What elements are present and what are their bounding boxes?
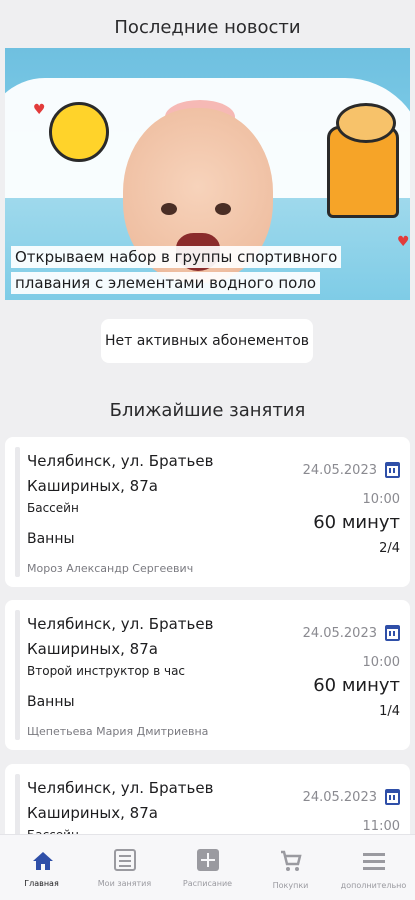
- class-time: 10:00: [362, 655, 400, 670]
- calendar-icon[interactable]: [385, 625, 400, 641]
- eye-shape: [161, 203, 177, 215]
- class-card[interactable]: Челябинск, ул. Братьев Кашириных, 87а Ба…: [5, 437, 410, 587]
- eye-shape: [215, 203, 231, 215]
- class-trainer: Щепетьева Мария Дмитриевна: [27, 725, 209, 738]
- nav-item-schedule[interactable]: Расписание: [166, 849, 249, 888]
- class-date: 24.05.2023: [302, 790, 377, 805]
- class-slots: 1/4: [379, 704, 400, 719]
- nav-label: дополнительно: [340, 881, 407, 890]
- nav-label: Мои занятия: [97, 879, 152, 888]
- news-caption[interactable]: Открываем набор в группы спортивного пла…: [5, 240, 410, 300]
- nav-item-home[interactable]: Главная: [0, 849, 83, 888]
- cart-icon: [279, 849, 303, 873]
- class-date: 24.05.2023: [302, 626, 377, 641]
- add-schedule-icon: [196, 849, 219, 871]
- class-service: Бассейн: [27, 501, 79, 515]
- class-card[interactable]: Челябинск, ул. Братьев Кашириных, 87а Вт…: [5, 600, 410, 750]
- news-caption-text: Открываем набор в группы спортивного пла…: [11, 246, 342, 294]
- class-address: Челябинск, ул. Братьев Кашириных, 87а: [27, 779, 214, 822]
- calendar-icon[interactable]: [385, 462, 400, 478]
- class-duration: 60 минут: [313, 675, 400, 696]
- class-service: Второй инструктор в час: [27, 664, 186, 678]
- subscriptions-status-button[interactable]: Нет активных абонементов: [101, 319, 313, 363]
- class-time: 11:00: [362, 819, 400, 834]
- class-address: Челябинск, ул. Братьев Кашириных, 87а: [27, 615, 214, 658]
- nav-item-more[interactable]: дополнительно: [332, 849, 415, 890]
- class-date: 24.05.2023: [302, 463, 377, 478]
- class-address: Челябинск, ул. Братьев Кашириных, 87а: [27, 452, 214, 495]
- nav-label: Расписание: [182, 879, 233, 888]
- nav-label: Главная: [24, 879, 59, 888]
- nav-item-purchases[interactable]: Покупки: [249, 849, 332, 890]
- card-accent-bar: [15, 447, 20, 577]
- class-room: Ванны: [27, 694, 75, 710]
- bottom-navigation: Главная Мои занятия Расписание Покупки д…: [0, 834, 415, 900]
- news-section-title: Последние новости: [114, 17, 301, 38]
- nav-item-my-classes[interactable]: Мои занятия: [83, 849, 166, 888]
- menu-icon: [362, 849, 386, 873]
- nav-label: Покупки: [272, 881, 309, 890]
- sun-illustration: [49, 102, 109, 162]
- class-room: Ванны: [27, 531, 75, 547]
- heart-icon: ♥: [33, 102, 46, 118]
- list-icon: [113, 849, 136, 871]
- classes-section-title: Ближайшие занятия: [109, 400, 306, 421]
- class-slots: 2/4: [379, 541, 400, 556]
- home-icon: [31, 849, 53, 871]
- class-trainer: Мороз Александр Сергеевич: [27, 562, 194, 575]
- class-time: 10:00: [362, 492, 400, 507]
- cupcake-illustration: [327, 103, 399, 218]
- card-accent-bar: [15, 610, 20, 740]
- class-duration: 60 минут: [313, 512, 400, 533]
- calendar-icon[interactable]: [385, 789, 400, 805]
